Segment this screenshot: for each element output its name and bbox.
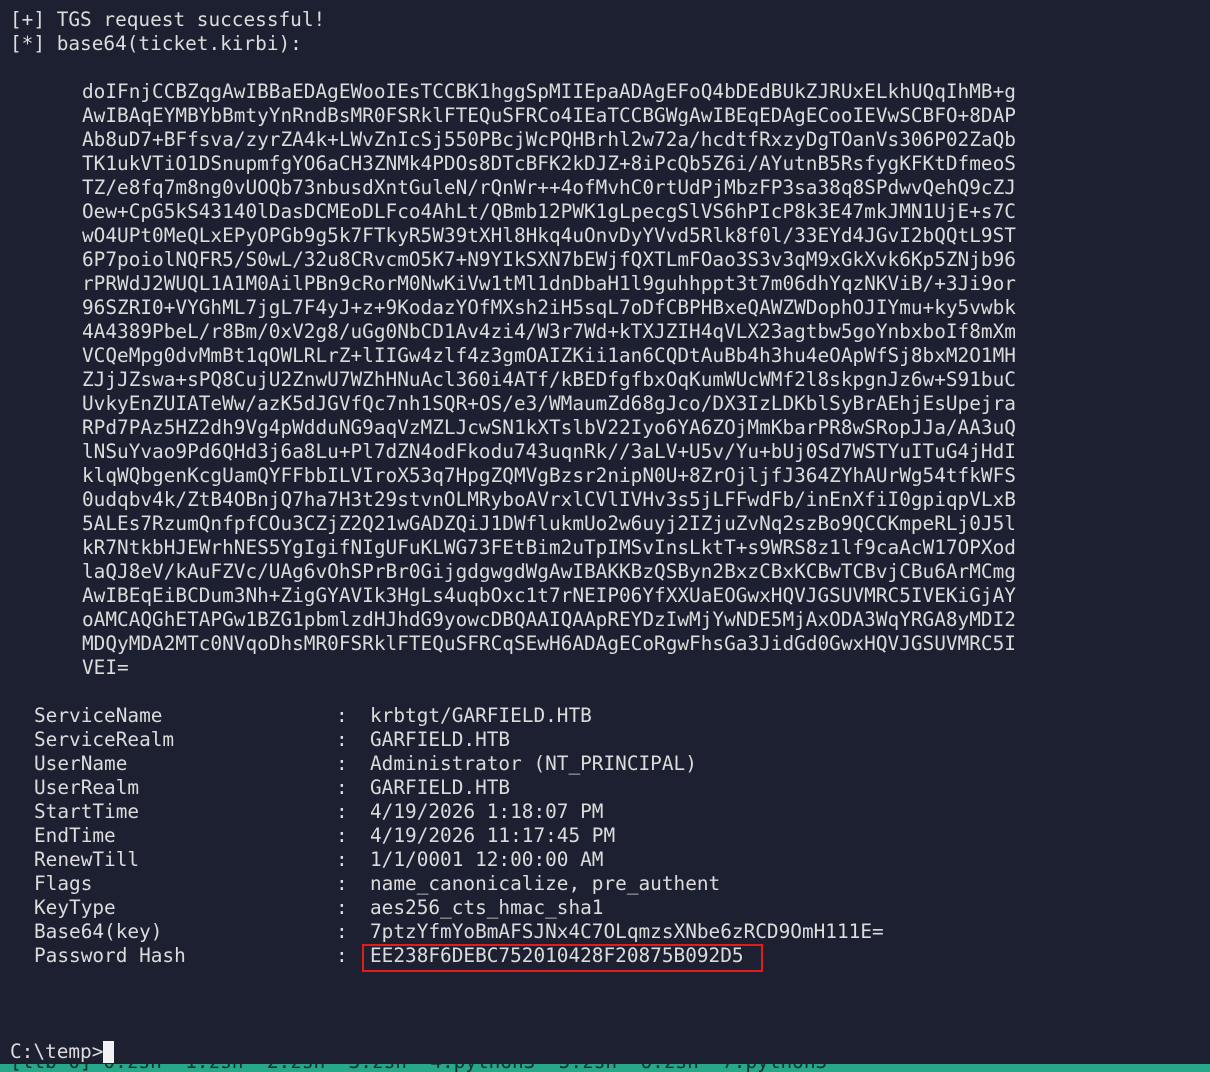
base64-line: UvkyEnZUIATeWw/azK5dJGVfQc7nh1SQR+OS/e3/… — [82, 392, 1016, 415]
field-separator: : — [336, 704, 348, 727]
base64-line: Oew+CpG5kS43140lDasDCMEoDLFco4AhLt/QBmb1… — [82, 200, 1016, 223]
tgs-success-line: [+] TGS request successful! — [10, 8, 326, 31]
field-separator: : — [336, 824, 348, 847]
base64-line: TK1ukVTiO1DSnupmfgYO6aCH3ZNMk4PDOs8DTcBF… — [82, 152, 1016, 175]
field-separator: : — [336, 776, 348, 799]
field-label: Password Hash — [34, 944, 186, 967]
field-label: UserName — [34, 752, 128, 775]
field-separator: : — [336, 728, 348, 751]
base64-line: AwIBEqEiBCDum3Nh+ZigGYAVIk3HgLs4uqbOxc1t… — [82, 584, 1016, 607]
field-label: ServiceName — [34, 704, 163, 727]
field-value: krbtgt/GARFIELD.HTB — [370, 704, 592, 727]
base64-line: TZ/e8fq7m8ng0vUOQb73nbusdXntGuleN/rQnWr+… — [82, 176, 1016, 199]
base64-line: wO4UPt0MeQLxEPyOPGb9g5k7FTkyR5W39tXHl8Hk… — [82, 224, 1016, 247]
base64-line: laQJ8eV/kAuFZVc/UAg6vOhSPrBr0GijgdgwgdWg… — [82, 560, 1016, 583]
base64-line: MDQyMDA2MTc0NVqoDhsMR0FSRklFTEQuSFRCqSEw… — [82, 632, 1016, 655]
base64-line: RPd7PAz5HZ2dh9Vg4pWdduNG9aqVzMZLJcwSN1kX… — [82, 416, 1016, 439]
base64-line: AwIBAqEYMBYbBmtyYnRndBsMR0FSRklFTEQuSFRC… — [82, 104, 1016, 127]
base64-line: doIFnjCCBZqgAwIBBaEDAgEWooIEsTCCBK1hggSp… — [82, 80, 1016, 103]
field-separator: : — [336, 800, 348, 823]
text-cursor — [103, 1041, 115, 1063]
base64-line: 5ALEs7RzumQnfpfCOu3CZjZ2Q21wGADZQiJ1DWfl… — [82, 512, 1016, 535]
field-separator: : — [336, 752, 348, 775]
field-separator: : — [336, 920, 348, 943]
field-label: Base64(key) — [34, 920, 163, 943]
base64-line: kR7NtkbHJEWrhNES5YgIgifNIgUFuKLWG73FEtBi… — [82, 536, 1016, 559]
base64-line: 96SZRI0+VYGhML7jgL7F4yJ+z+9KodazYOfMXsh2… — [82, 296, 1016, 319]
base64-header-line: [*] base64(ticket.kirbi): — [10, 32, 302, 55]
base64-line: lNSuYvao9Pd6QHd3j6a8Lu+Pl7dZN4odFkodu743… — [82, 440, 1016, 463]
prompt-text: C:\temp> — [10, 1040, 104, 1063]
field-value: GARFIELD.HTB — [370, 728, 511, 751]
field-label: RenewTill — [34, 848, 140, 871]
command-prompt[interactable]: C:\temp> — [10, 1040, 115, 1064]
base64-line: rPRWdJ2WUQL1A1M0AilPBn9cRorM0NwKiVw1tMl1… — [82, 272, 1016, 295]
base64-line: VEI= — [82, 656, 129, 679]
field-value: aes256_cts_hmac_sha1 — [370, 896, 604, 919]
base64-line: klqWQbgenKcgUamQYFFbbILVIroX53q7HpgZQMVg… — [82, 464, 1016, 487]
field-separator: : — [336, 872, 348, 895]
password-hash-highlight — [362, 944, 763, 972]
field-value: Administrator (NT_PRINCIPAL) — [370, 752, 697, 775]
field-value: 1/1/0001 12:00:00 AM — [370, 848, 604, 871]
ticket-base64-block: doIFnjCCBZqgAwIBBaEDAgEWooIEsTCCBK1hggSp… — [82, 80, 1016, 680]
field-label: Flags — [34, 872, 93, 895]
field-value: 7ptzYfmYoBmAFSJNx4C7OLqmzsXNbe6zRCD9OmH1… — [370, 920, 884, 943]
field-separator: : — [336, 944, 348, 967]
base64-line: VCQeMpg0dvMmBt1qOWLRLrZ+lIIGw4zlf4z3gmOA… — [82, 344, 1016, 367]
field-label: UserRealm — [34, 776, 140, 799]
field-label: ServiceRealm — [34, 728, 175, 751]
field-value: 4/19/2026 11:17:45 PM — [370, 824, 616, 847]
field-label: EndTime — [34, 824, 116, 847]
field-value: GARFIELD.HTB — [370, 776, 511, 799]
field-separator: : — [336, 896, 348, 919]
field-label: StartTime — [34, 800, 140, 823]
tmux-status-bar: [ltb 0] 0:zsh 1:zsh 2:zsh 3:zsh- 4:pytho… — [0, 1064, 1210, 1072]
base64-line: 0udqbv4k/ZtB4OBnjQ7ha7H3t29stvnOLMRyboAV… — [82, 488, 1016, 511]
base64-line: 4A4389PbeL/r8Bm/0xV2g8/uGg0NbCD1Av4zi4/W… — [82, 320, 1016, 343]
base64-line: Ab8uD7+BFfsva/zyrZA4k+LWvZnIcSj550PBcjWc… — [82, 128, 1016, 151]
tmux-status-text: [ltb 0] 0:zsh 1:zsh 2:zsh 3:zsh- 4:pytho… — [10, 1064, 839, 1072]
field-value: name_canonicalize, pre_authent — [370, 872, 721, 895]
terminal-window[interactable]: [+] TGS request successful! [*] base64(t… — [0, 0, 1210, 1072]
field-label: KeyType — [34, 896, 116, 919]
field-separator: : — [336, 848, 348, 871]
base64-line: ZJjJZswa+sPQ8CujU2ZnwU7WZhHNuAcl360i4ATf… — [82, 368, 1016, 391]
field-value: 4/19/2026 1:18:07 PM — [370, 800, 604, 823]
base64-line: 6P7poiolNQFR5/S0wL/32u8CRvcmO5K7+N9YIkSX… — [82, 248, 1016, 271]
base64-line: oAMCAQGhETAPGw1BZG1pbmlzdHJhdG9yowcDBQAA… — [82, 608, 1016, 631]
